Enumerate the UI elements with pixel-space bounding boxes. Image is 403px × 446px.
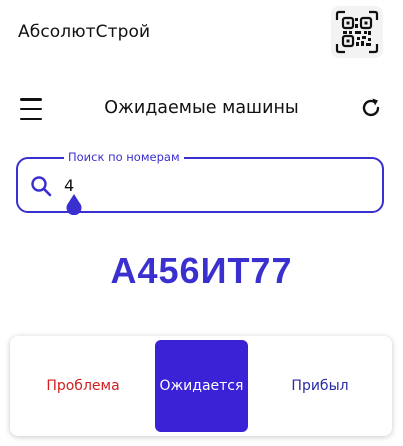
search-input[interactable]	[64, 171, 364, 199]
nav-bar: Ожидаемые машины	[0, 88, 403, 132]
qr-code-button[interactable]	[331, 6, 383, 58]
search-label: Поиск по номерам	[64, 149, 184, 165]
qr-code-icon	[335, 10, 379, 54]
text-cursor-handle-icon[interactable]	[65, 193, 83, 215]
status-arrived-button[interactable]: Прибыл	[248, 336, 392, 436]
search-field[interactable]: Поиск по номерам	[16, 149, 384, 215]
search-icon	[31, 176, 52, 197]
plate-number: А456ИТ77	[110, 250, 293, 291]
status-problem-button[interactable]: Проблема	[10, 336, 156, 436]
refresh-icon	[362, 98, 380, 117]
page-title: Ожидаемые машины	[104, 98, 299, 118]
status-selector: Проблема Ожидается Прибыл	[10, 336, 392, 436]
app-header: АбсолютСтрой	[0, 0, 403, 70]
status-waiting-button[interactable]: Ожидается	[155, 340, 248, 432]
app-title: АбсолютСтрой	[18, 22, 151, 42]
refresh-button[interactable]	[358, 95, 384, 121]
